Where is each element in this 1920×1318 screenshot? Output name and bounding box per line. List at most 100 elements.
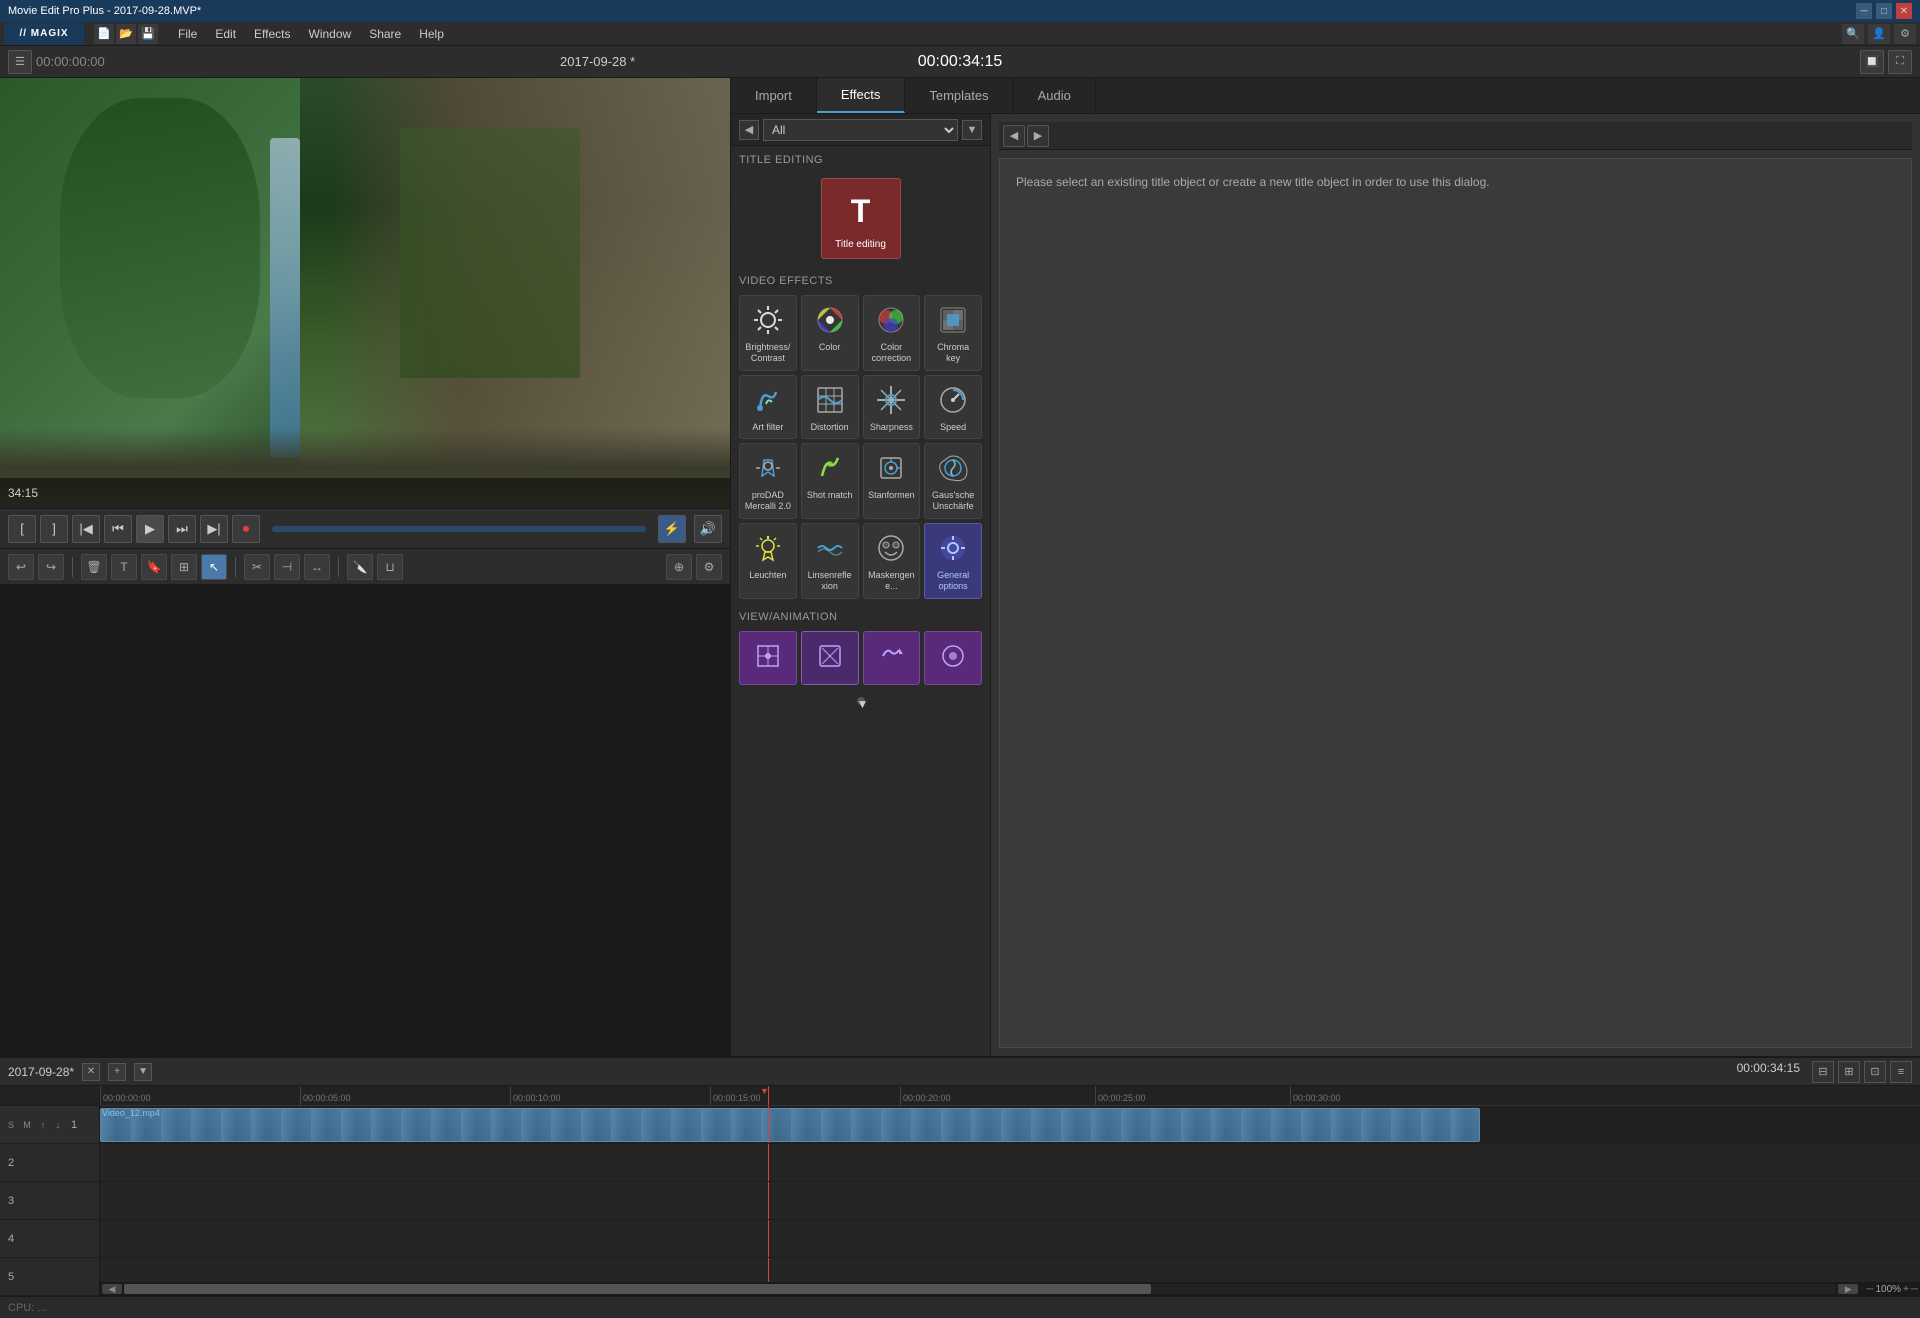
tab-import[interactable]: Import [731,78,817,113]
effect-sharpness[interactable]: Sharpness [863,375,921,440]
view-anim-4[interactable] [924,631,982,685]
effect-brightness[interactable]: Brightness/Contrast [739,295,797,371]
menu-icon-extra3[interactable]: ⚙ [1894,24,1916,44]
trim-tool[interactable]: ✂ [244,554,270,580]
track1-arrow-up[interactable]: ↑ [36,1118,50,1132]
transport-next[interactable]: ⏭ [168,515,196,543]
timeline-view-4[interactable]: ≡ [1890,1061,1912,1083]
redo-btn[interactable]: ↪ [38,554,64,580]
maximize-button[interactable]: □ [1876,3,1892,19]
menu-edit[interactable]: Edit [207,25,244,43]
menu-icon-extra1[interactable]: 🔍 [1842,24,1864,44]
split-tool[interactable]: ⊣ [274,554,300,580]
video-clip[interactable] [100,1108,1480,1142]
minimize-button[interactable]: ─ [1856,3,1872,19]
select-tool[interactable]: ↖ [201,554,227,580]
track1-s[interactable]: S [4,1118,18,1132]
effects-filter-select[interactable]: All [763,119,958,141]
timeline-track-5[interactable] [100,1258,1920,1282]
titlebar-controls: ─ □ ✕ [1856,3,1912,19]
menu-window[interactable]: Window [301,25,360,43]
extra-btn1[interactable]: ⊕ [666,554,692,580]
effect-maskengene[interactable]: Maskengene... [863,523,921,599]
effect-linsenreflexion[interactable]: Linsenreflexion [801,523,859,599]
effect-shot-match[interactable]: Shot match [801,443,859,519]
timeline-ruler[interactable]: 00:00:00:00 00:00:05:00 00:00:10:00 00:0… [100,1086,1920,1106]
move-tool[interactable]: ↔ [304,554,330,580]
menu-file[interactable]: File [170,25,205,43]
close-button[interactable]: ✕ [1896,3,1912,19]
volume-btn[interactable]: 🔊 [694,515,722,543]
zoom-plus[interactable]: + [1903,1284,1909,1295]
effect-speed[interactable]: Speed [924,375,982,440]
timeline-track-3[interactable] [100,1182,1920,1220]
menu-effects[interactable]: Effects [246,25,298,43]
title-redo[interactable]: ▶ [1027,125,1049,147]
timeline-view-2[interactable]: ⊞ [1838,1061,1860,1083]
effect-gaussian[interactable]: Gaus'sche Unschärfe [924,443,982,519]
zoom-minus[interactable]: ─ [1911,1284,1918,1295]
timeline-view-3[interactable]: ⊡ [1864,1061,1886,1083]
tab-audio[interactable]: Audio [1014,78,1096,113]
scroll-right[interactable]: ▶ [1838,1284,1858,1294]
menu-share[interactable]: Share [361,25,409,43]
menu-icon-new[interactable]: 📄 [94,24,114,44]
effect-color[interactable]: Color [801,295,859,371]
close-project-tab[interactable]: ✕ [82,1063,100,1081]
effect-distortion[interactable]: Distortion [801,375,859,440]
transport-in-point[interactable]: [ [8,515,36,543]
spacer-tool[interactable]: ⊔ [377,554,403,580]
view-anim-1[interactable] [739,631,797,685]
tab-templates[interactable]: Templates [905,78,1013,113]
snap-btn[interactable]: 🔲 [1860,50,1884,74]
view-anim-3[interactable] [863,631,921,685]
title-undo[interactable]: ◀ [1003,125,1025,147]
scroll-track[interactable] [124,1284,1836,1294]
razor-tool[interactable]: 🔪 [347,554,373,580]
timeline-track-4[interactable] [100,1220,1920,1258]
track1-m[interactable]: M [20,1118,34,1132]
undo-btn[interactable]: ↩ [8,554,34,580]
scroll-down-indicator[interactable]: ▼ [857,697,865,705]
effect-title-editing[interactable]: T Title editing [821,178,901,259]
menu-icon-extra2[interactable]: 👤 [1868,24,1890,44]
effect-chroma-key[interactable]: Chroma key [924,295,982,371]
transport-prev[interactable]: ⏮ [104,515,132,543]
effect-stanformen[interactable]: Stanformen [863,443,921,519]
effect-prodad[interactable]: proDAD Mercalli 2.0 [739,443,797,519]
timeline-track-2[interactable] [100,1144,1920,1182]
text-btn[interactable]: T [111,554,137,580]
timeline-scrollbar[interactable]: ◀ ▶ ─ 100% + ─ [100,1282,1920,1296]
filter-expand[interactable]: ▼ [962,120,982,140]
playhead-slider[interactable] [272,526,646,532]
fullscreen-btn[interactable]: ⛶ [1888,50,1912,74]
effect-color-correction[interactable]: Color correction [863,295,921,371]
transport-play[interactable]: ▶ [136,515,164,543]
timeline-view-1[interactable]: ⊟ [1812,1061,1834,1083]
menu-icon-save[interactable]: 💾 [138,24,158,44]
extra-btn2[interactable]: ⚙ [696,554,722,580]
add-track-btn[interactable]: + [108,1063,126,1081]
menu-icon-open[interactable]: 📂 [116,24,136,44]
hamburger-menu[interactable]: ☰ [8,50,32,74]
track1-arrow-down[interactable]: ↓ [51,1118,65,1132]
delete-btn[interactable]: 🗑 [81,554,107,580]
view-anim-2[interactable] [801,631,859,685]
chapter-btn[interactable]: 🔖 [141,554,167,580]
scroll-left[interactable]: ◀ [102,1284,122,1294]
effect-art-filter[interactable]: Art filter [739,375,797,440]
menu-help[interactable]: Help [411,25,452,43]
transport-record[interactable]: ⏺ [232,515,260,543]
tab-effects[interactable]: Effects [817,78,906,113]
transport-out-point[interactable]: ] [40,515,68,543]
scroll-thumb[interactable] [124,1284,1151,1294]
track-dropdown[interactable]: ▼ [134,1063,152,1081]
timeline-track-1[interactable]: Video_12.mp4 [100,1106,1920,1144]
transport-goto-in[interactable]: |◀ [72,515,100,543]
effect-leuchten[interactable]: Leuchten [739,523,797,599]
snap-toggle[interactable]: ⊞ [171,554,197,580]
transport-goto-out[interactable]: ▶| [200,515,228,543]
transport-special[interactable]: ⚡ [658,515,686,543]
effect-general-options[interactable]: General options [924,523,982,599]
back-btn[interactable]: ◀ [739,120,759,140]
